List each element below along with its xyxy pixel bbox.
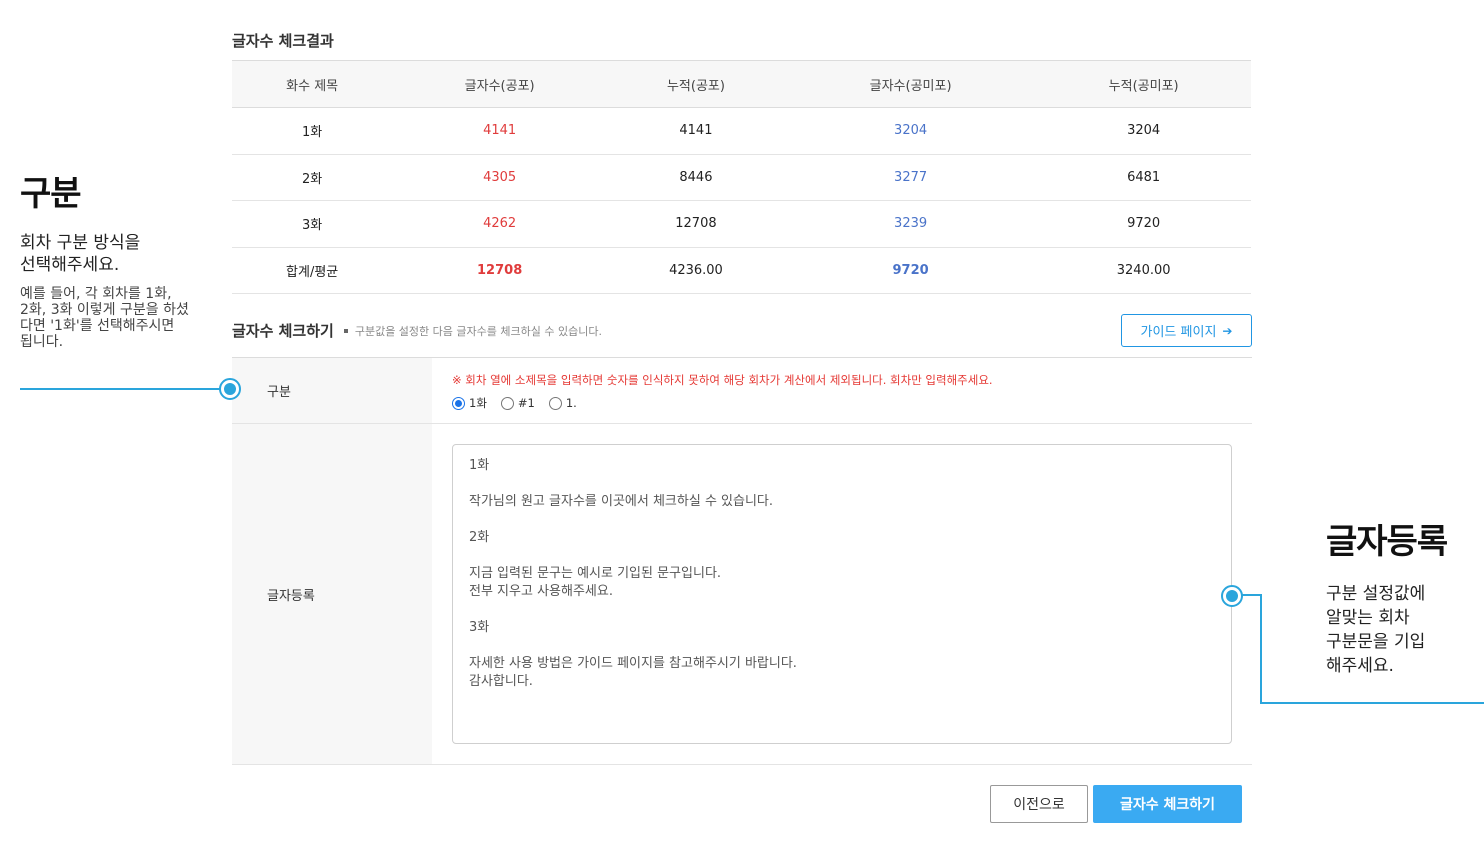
guide-page-button[interactable]: 가이드 페이지 ➔ [1121, 314, 1252, 347]
register-field: 1화작가님의 원고 글자수를 이곳에서 체크하실 수 있습니다. 2화지금 입력된… [432, 424, 1252, 764]
annotation-line: 2화, 3화 이렇게 구분을 하셨 [20, 302, 189, 318]
division-pin-icon [219, 378, 241, 400]
division-connector-line [20, 388, 220, 390]
total-count-without-space-cell: 9720 [784, 247, 1037, 294]
register-connector-line [1242, 594, 1262, 596]
previous-button[interactable]: 이전으로 [990, 785, 1088, 823]
check-section-header: 글자수 체크하기 구분값을 설정한 다음 글자수를 체크하실 수 있습니다. [232, 320, 602, 341]
episode-cell: 3화 [232, 200, 393, 248]
annotation-line: 구분문을 기입 [1326, 632, 1426, 652]
cumulative-without-space-cell: 6481 [1036, 154, 1251, 201]
register-annotation: 글자등록 구분 설정값에 알맞는 회차 구분문을 기입 해주세요. [1326, 520, 1484, 678]
division-row: 구분 ※ 회차 열에 소제목을 입력하면 숫자를 인식하지 못하여 해당 회차가… [232, 358, 1252, 424]
annotation-example: 예를 들어, 각 회차를 1화, 2화, 3화 이렇게 구분을 하셨 다면 '1… [20, 286, 225, 350]
result-table: 화수 제목 글자수(공포) 누적(공포) 글자수(공미포) 누적(공미포) 1화… [232, 60, 1251, 294]
average-with-space-cell: 4236.00 [606, 247, 785, 294]
option-label: 1. [565, 396, 577, 410]
radio-checked-icon[interactable] [452, 396, 465, 410]
header-cumulative-without-space: 누적(공미포) [1036, 60, 1251, 108]
check-description: 구분값을 설정한 다음 글자수를 체크하실 수 있습니다. [354, 324, 602, 338]
bullet-icon [343, 328, 348, 333]
header-count-with-space: 글자수(공포) [392, 60, 607, 108]
count-without-space-cell: 3204 [784, 107, 1037, 155]
option-episode-suffix[interactable]: 1화 [452, 395, 487, 411]
header-count-without-space: 글자수(공미포) [784, 60, 1037, 108]
guide-page-label: 가이드 페이지 [1140, 325, 1217, 340]
table-row: 1화 4141 4141 3204 3204 [232, 107, 1251, 155]
annotation-line: 알맞는 회차 [1326, 608, 1410, 628]
annotation-title: 글자등록 [1326, 522, 1448, 562]
average-without-space-cell: 3240.00 [1036, 247, 1251, 294]
check-title: 글자수 체크하기 [232, 322, 334, 340]
manuscript-line: 자세한 사용 방법은 가이드 페이지를 참고해주시기 바랍니다. [469, 656, 797, 671]
manuscript-line: 감사합니다. [469, 674, 533, 689]
total-count-with-space-cell: 12708 [392, 247, 607, 294]
result-header-row: 화수 제목 글자수(공포) 누적(공포) 글자수(공미포) 누적(공미포) [232, 60, 1251, 108]
cumulative-with-space-cell: 12708 [606, 200, 785, 248]
division-warning: ※ 회차 열에 소제목을 입력하면 숫자를 인식하지 못하여 해당 회차가 계산… [452, 373, 993, 387]
table-row: 3화 4262 12708 3239 9720 [232, 200, 1251, 248]
manuscript-line: 1화 [469, 458, 490, 473]
annotation-line: 됩니다. [20, 334, 64, 350]
total-label-cell: 합계/평균 [232, 247, 393, 294]
check-form: 구분 ※ 회차 열에 소제목을 입력하면 숫자를 인식하지 못하여 해당 회차가… [232, 357, 1252, 765]
radio-unchecked-icon[interactable] [548, 396, 562, 410]
register-connector-line [1260, 594, 1262, 704]
count-without-space-cell: 3277 [784, 154, 1037, 201]
count-with-space-cell: 4305 [392, 154, 607, 201]
cumulative-without-space-cell: 3204 [1036, 107, 1251, 155]
manuscript-line: 2화 [469, 530, 490, 545]
register-connector-line [1260, 702, 1484, 704]
division-field: ※ 회차 열에 소제목을 입력하면 숫자를 인식하지 못하여 해당 회차가 계산… [432, 358, 1252, 423]
table-row: 2화 4305 8446 3277 6481 [232, 154, 1251, 201]
register-label: 글자등록 [232, 424, 432, 764]
annotation-title: 구분 [20, 174, 82, 214]
annotation-line: 예를 들어, 각 회차를 1화, [20, 286, 172, 302]
manuscript-line: 지금 입력된 문구는 예시로 기입된 문구입니다. [469, 566, 722, 581]
manuscript-textarea[interactable]: 1화작가님의 원고 글자수를 이곳에서 체크하실 수 있습니다. 2화지금 입력된… [452, 444, 1232, 744]
count-with-space-cell: 4141 [392, 107, 607, 155]
manuscript-line: 전부 지우고 사용해주세요. [469, 584, 613, 599]
header-cumulative-with-space: 누적(공포) [606, 60, 785, 108]
manuscript-line: 3화 [469, 620, 490, 635]
cumulative-without-space-cell: 9720 [1036, 200, 1251, 248]
register-pin-icon [1221, 585, 1243, 607]
count-with-space-cell: 4262 [392, 200, 607, 248]
option-label: 1화 [469, 396, 487, 410]
episode-cell: 1화 [232, 107, 393, 155]
annotation-line: 구분 설정값에 [1326, 584, 1426, 604]
count-without-space-cell: 3239 [784, 200, 1037, 248]
annotation-line: 해주세요. [1326, 656, 1394, 676]
division-annotation: 구분 회차 구분 방식을 선택해주세요. 예를 들어, 각 회차를 1화, 2화… [20, 172, 225, 350]
episode-cell: 2화 [232, 154, 393, 201]
annotation-line: 회차 구분 방식을 [20, 233, 141, 253]
radio-unchecked-icon[interactable] [500, 396, 514, 410]
annotation-subtitle: 구분 설정값에 알맞는 회차 구분문을 기입 해주세요. [1326, 582, 1484, 678]
check-count-button[interactable]: 글자수 체크하기 [1093, 785, 1242, 823]
division-options: 1화 #1 1. [452, 395, 1232, 411]
result-title: 글자수 체크결과 [232, 32, 334, 50]
annotation-line: 선택해주세요. [20, 255, 120, 275]
annotation-subtitle: 회차 구분 방식을 선택해주세요. [20, 232, 225, 276]
manuscript-line: 작가님의 원고 글자수를 이곳에서 체크하실 수 있습니다. [469, 494, 774, 509]
option-hash-prefix[interactable]: #1 [500, 395, 535, 411]
cumulative-with-space-cell: 4141 [606, 107, 785, 155]
register-row: 글자등록 1화작가님의 원고 글자수를 이곳에서 체크하실 수 있습니다. 2화지… [232, 424, 1252, 765]
header-episode: 화수 제목 [232, 60, 393, 108]
cumulative-with-space-cell: 8446 [606, 154, 785, 201]
option-label: #1 [517, 396, 535, 410]
total-row: 합계/평균 12708 4236.00 9720 3240.00 [232, 247, 1251, 294]
sign-out-icon: ➔ [1222, 323, 1233, 338]
division-label: 구분 [232, 358, 432, 423]
annotation-line: 다면 '1화'를 선택해주시면 [20, 318, 175, 334]
option-dot-suffix[interactable]: 1. [548, 395, 577, 411]
